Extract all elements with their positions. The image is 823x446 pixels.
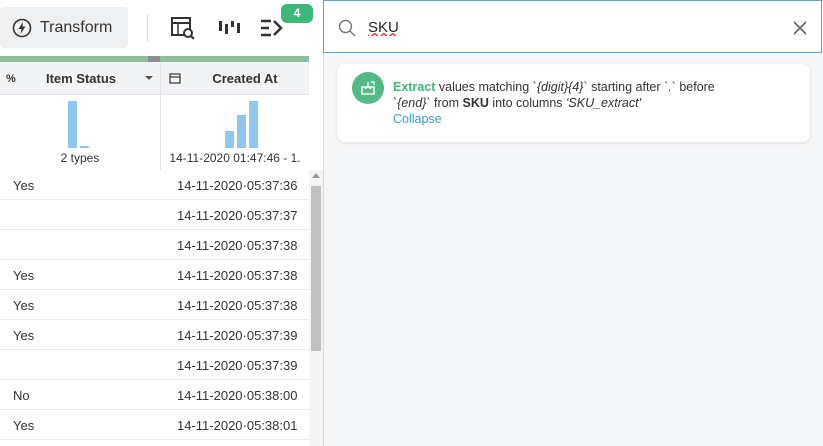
extract-icon [352, 72, 384, 104]
table-row[interactable]: No 14-11-2020·05:38:00 [0, 380, 309, 410]
item-status-cell: Yes [13, 268, 35, 283]
svg-text:%: % [6, 73, 16, 84]
table-row[interactable]: Yes 14-11-2020·05:37:38 [0, 260, 309, 290]
column-header-label: Created At [212, 70, 278, 86]
item-status-cell: Yes [13, 328, 35, 343]
table-search-icon[interactable] [169, 14, 197, 42]
table-row[interactable]: Yes 14-11-2020·05:38:01 [0, 410, 309, 440]
table-row[interactable]: 14-11-2020·05:37:39 [0, 350, 309, 380]
calendar-type-icon [169, 73, 181, 84]
suggestion-text: starting after [587, 80, 665, 94]
item-status-cell: Yes [13, 298, 35, 313]
pattern-token: `{digit}{4}` [532, 80, 588, 94]
item-status-cell: Yes [13, 178, 35, 193]
suggestion-keyword: Extract [393, 80, 436, 94]
created-at-cell: 14-11-2020·05:37:38 [177, 298, 298, 313]
table-row[interactable]: 14-11-2020·05:37:37 [0, 200, 309, 230]
histogram-summary: 2 types [60, 151, 100, 165]
histogram-bar[interactable] [80, 146, 89, 148]
boolean-type-icon: % [6, 73, 16, 84]
table-row[interactable]: 14-11-2020·05:37:38 [0, 230, 309, 260]
created-at-cell: 14-11-2020·05:37:39 [177, 328, 298, 343]
column-header-label: Item Status [45, 70, 117, 86]
item-status-cell: No [13, 388, 30, 403]
created-at-cell: 14-11-2020·05:37:36 [177, 178, 298, 193]
column-header-item-status[interactable]: % Item Status [0, 62, 160, 95]
column-header-created-at[interactable]: Created At [161, 62, 309, 95]
table-row[interactable]: Yes 14-11-2020·05:37:36 [0, 170, 309, 200]
created-at-cell: 14-11-2020·05:37:39 [177, 358, 298, 373]
scroll-up-arrow-icon[interactable] [312, 173, 320, 178]
created-at-cell: 14-11-2020·05:37:38 [177, 238, 298, 253]
suggestion-text: values matching [435, 80, 533, 94]
scrollbar-thumb[interactable] [311, 186, 321, 351]
histogram-bar[interactable] [68, 101, 77, 148]
transform-label: Transform [40, 18, 113, 36]
transform-search-box[interactable] [323, 0, 822, 53]
created-at-cell: 14-11-2020·05:37:37 [177, 208, 298, 223]
histogram-bar[interactable] [249, 101, 258, 148]
before-token: `{end}` [393, 96, 431, 110]
column-stats-icon[interactable] [215, 14, 243, 42]
transform-icon [12, 18, 32, 37]
notification-badge: 4 [281, 4, 313, 23]
search-icon [338, 19, 356, 37]
chevron-down-icon[interactable] [144, 73, 154, 83]
histogram-summary: 14-11-2020 01:47:46 - 1. [169, 151, 301, 165]
target-column: 'SKU_extract' [566, 96, 641, 110]
created-at-cell: 14-11-2020·05:37:38 [177, 268, 298, 283]
transform-button[interactable]: Transform [0, 7, 128, 48]
histogram-bar[interactable] [237, 115, 246, 148]
suggestion-card[interactable]: Extract values matching `{digit}{4}` sta… [337, 64, 810, 142]
table-row[interactable]: Yes 14-11-2020·05:37:39 [0, 320, 309, 350]
suggestion-description: Extract values matching `{digit}{4}` sta… [393, 79, 793, 127]
suggestion-text: into columns [488, 96, 567, 110]
created-at-cell: 14-11-2020·05:38:00 [177, 388, 298, 403]
source-column: SKU [462, 96, 489, 110]
after-token: `.` [664, 80, 676, 94]
histogram-bar[interactable] [225, 131, 234, 148]
suggestion-text: before [675, 80, 715, 94]
search-input[interactable] [368, 15, 768, 39]
suggestion-text: from [430, 96, 463, 110]
table-row[interactable]: Yes 14-11-2020·05:37:38 [0, 290, 309, 320]
item-status-cell: Yes [13, 418, 35, 433]
toolbar-divider [147, 15, 148, 41]
collapse-link[interactable]: Collapse [393, 112, 442, 126]
created-at-cell: 14-11-2020·05:38:01 [177, 418, 298, 433]
close-icon[interactable] [793, 21, 807, 35]
